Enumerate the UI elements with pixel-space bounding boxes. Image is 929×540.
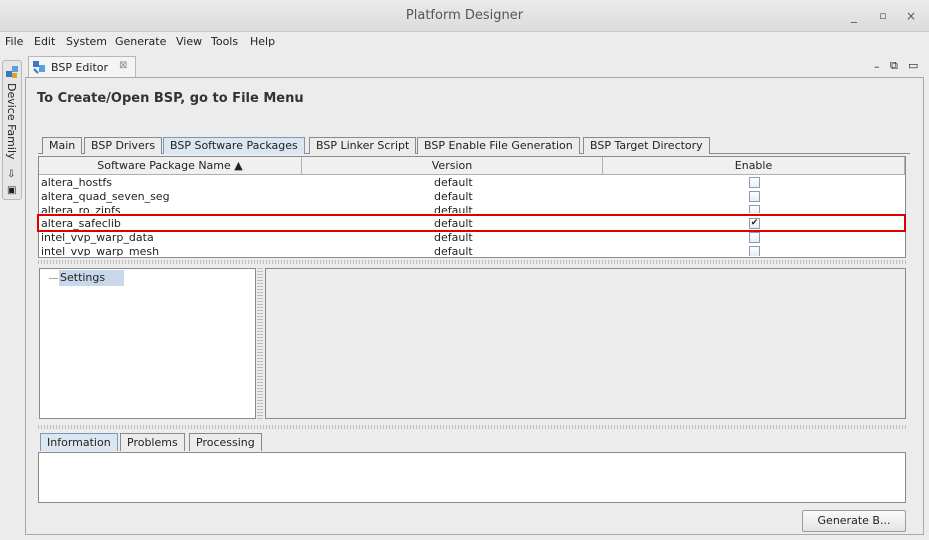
tab-problems[interactable]: Problems xyxy=(120,433,185,451)
tab-bsp-enable-file-generation[interactable]: BSP Enable File Generation xyxy=(417,137,580,154)
package-name: intel_vvp_warp_data xyxy=(41,231,154,244)
device-family-sidebar[interactable]: Device Family ⇩ ▣ xyxy=(2,60,22,200)
minimize-view-icon[interactable]: – xyxy=(874,60,880,73)
column-header-name[interactable]: Software Package Name ▲ xyxy=(39,157,302,175)
splitter-vertical[interactable] xyxy=(257,268,263,419)
bsp-editor-tab[interactable]: BSP Editor ⊠ xyxy=(28,56,136,78)
splitter-horizontal-lower[interactable] xyxy=(38,425,908,429)
device-family-icon xyxy=(6,66,18,78)
table-row[interactable]: intel_vvp_warp_mesh default xyxy=(39,245,905,256)
menu-view[interactable]: View xyxy=(176,35,202,48)
package-version: default xyxy=(434,245,473,256)
tab-information[interactable]: Information xyxy=(40,433,118,451)
title-bar: Platform Designer _ ▫ × xyxy=(0,0,929,32)
menu-generate[interactable]: Generate xyxy=(115,35,166,48)
enable-checkbox[interactable] xyxy=(749,246,760,256)
tab-bsp-drivers[interactable]: BSP Drivers xyxy=(84,137,163,154)
enable-checkbox[interactable] xyxy=(749,205,760,213)
package-name: altera_hostfs xyxy=(41,176,112,189)
tab-main[interactable]: Main xyxy=(42,137,83,154)
bsp-editor-tab-label: BSP Editor xyxy=(51,61,109,74)
tab-bsp-software-packages[interactable]: BSP Software Packages xyxy=(163,137,305,154)
tree-item-settings[interactable]: Settings xyxy=(59,270,124,286)
detach-icon[interactable]: ▣ xyxy=(7,185,16,196)
package-version: default xyxy=(434,190,473,203)
menu-system[interactable]: System xyxy=(66,35,107,48)
close-button[interactable]: × xyxy=(902,7,920,25)
close-tab-icon[interactable]: ⊠ xyxy=(119,60,127,71)
tab-bsp-linker-script[interactable]: BSP Linker Script xyxy=(309,137,417,154)
software-package-table: Software Package Name ▲ Version Enable a… xyxy=(38,156,906,258)
splitter-horizontal[interactable] xyxy=(38,260,908,264)
generate-bsp-button[interactable]: Generate B... xyxy=(802,510,906,532)
enable-checkbox[interactable] xyxy=(749,232,760,243)
table-row[interactable]: altera_ro_zipfs default xyxy=(39,204,905,213)
float-view-icon[interactable]: ⧉ xyxy=(890,59,898,73)
menu-edit[interactable]: Edit xyxy=(34,35,55,48)
package-version: default xyxy=(434,204,473,213)
tab-processing[interactable]: Processing xyxy=(189,433,262,451)
package-version: default xyxy=(434,176,473,189)
settings-detail-pane xyxy=(265,268,906,419)
restore-icon[interactable]: ⇩ xyxy=(7,169,15,180)
table-row[interactable]: altera_quad_seven_seg default xyxy=(39,190,905,204)
window-title: Platform Designer xyxy=(405,8,524,23)
bsp-editor-icon xyxy=(33,61,45,74)
enable-checkbox[interactable] xyxy=(749,177,760,188)
maximize-button[interactable]: ▫ xyxy=(874,7,892,25)
table-row[interactable]: altera_hostfs default xyxy=(39,176,905,190)
package-version: default xyxy=(434,231,473,244)
device-family-label: Device Family xyxy=(5,83,18,160)
menu-tools[interactable]: Tools xyxy=(211,35,238,48)
column-header-version[interactable]: Version xyxy=(302,157,603,175)
menu-file[interactable]: File xyxy=(5,35,23,48)
maximize-view-icon[interactable]: ▭ xyxy=(908,59,918,72)
settings-tree xyxy=(39,268,256,419)
table-row[interactable]: intel_vvp_warp_data default xyxy=(39,231,905,245)
minimize-button[interactable]: _ xyxy=(845,7,863,25)
menu-bar: File Edit System Generate View Tools Hel… xyxy=(0,32,929,52)
package-name: altera_ro_zipfs xyxy=(41,204,121,213)
tree-connector xyxy=(49,278,58,279)
information-panel xyxy=(38,452,906,503)
tab-bsp-target-directory[interactable]: BSP Target Directory xyxy=(583,137,710,154)
page-title: To Create/Open BSP, go to File Menu xyxy=(37,91,304,106)
package-name: intel_vvp_warp_mesh xyxy=(41,245,160,256)
menu-help[interactable]: Help xyxy=(250,35,275,48)
package-name: altera_quad_seven_seg xyxy=(41,190,170,203)
column-header-enable[interactable]: Enable xyxy=(603,157,905,175)
enable-checkbox[interactable] xyxy=(749,191,760,202)
highlight-box xyxy=(37,214,906,232)
